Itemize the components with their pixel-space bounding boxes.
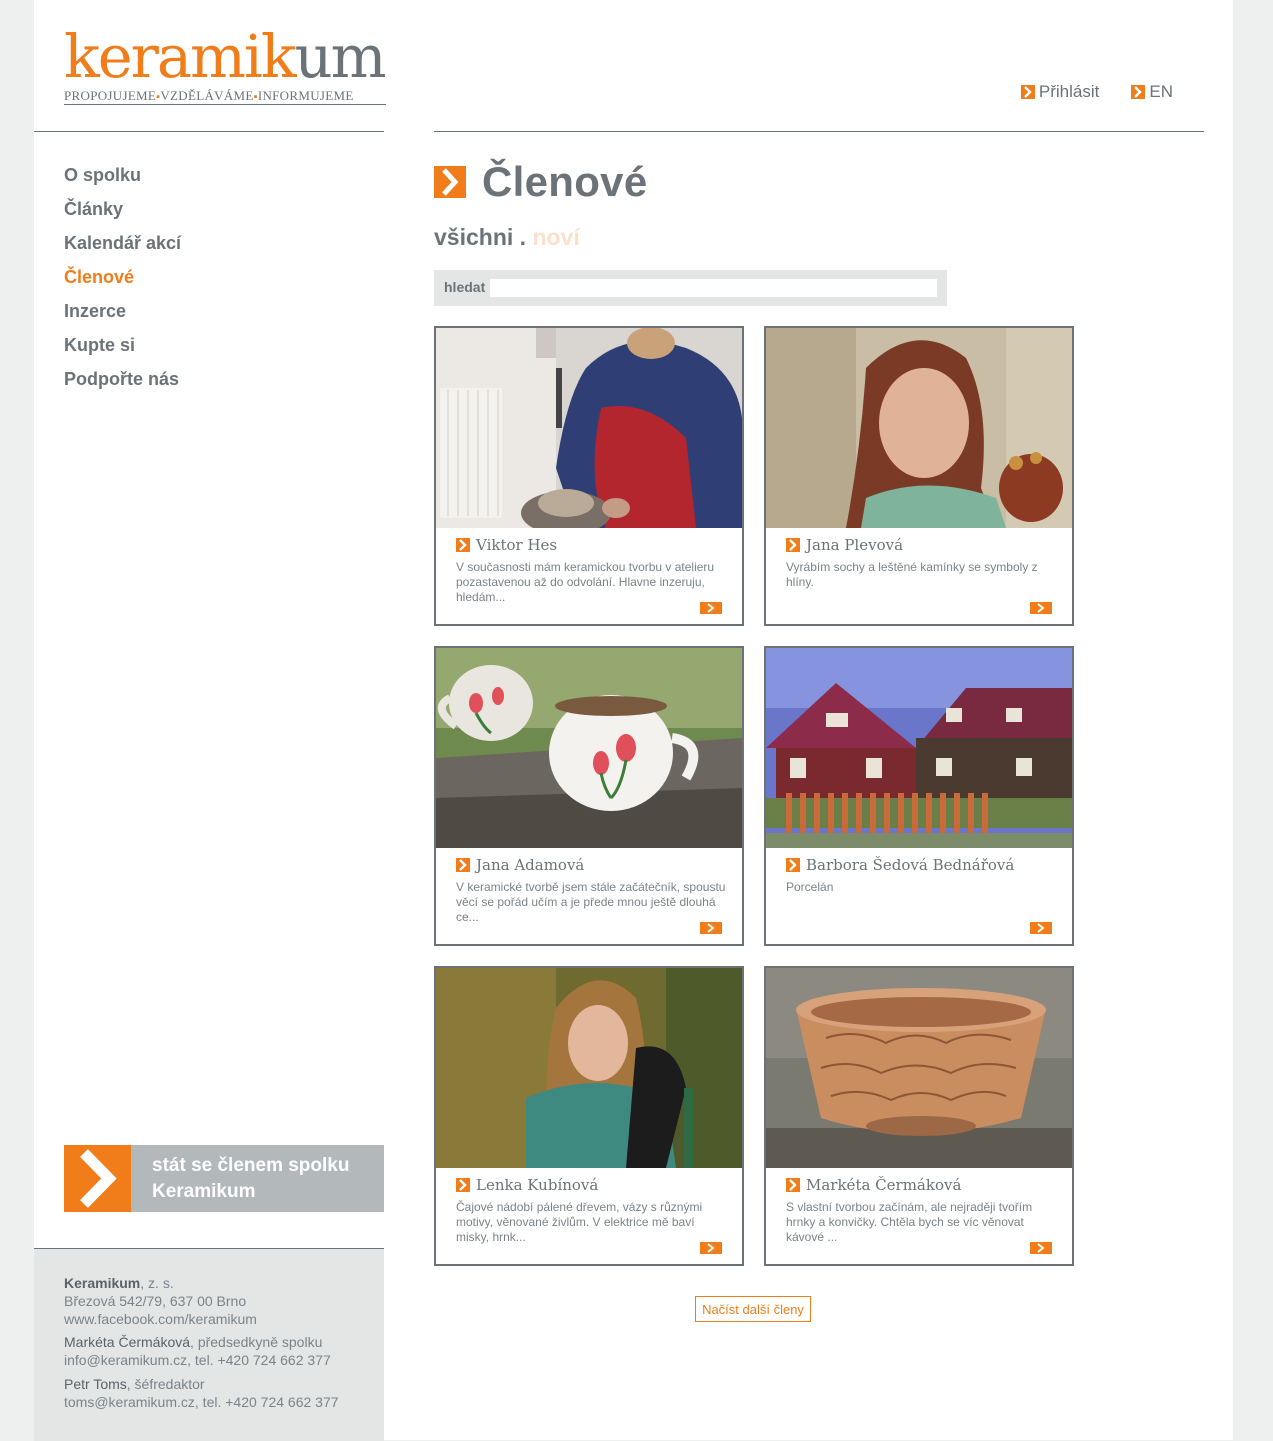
footer-chair: Markéta Čermáková, předsedkyně spolku in…: [64, 1334, 331, 1369]
member-description: V keramické tvorbě jsem stále začátečník…: [456, 880, 726, 924]
member-name: Markéta Čermáková: [806, 1176, 962, 1194]
member-filters: všichni . noví: [434, 224, 580, 251]
search-bar: hledat: [434, 270, 947, 306]
arrow-icon: [786, 1178, 800, 1192]
arrow-icon: [456, 1178, 470, 1192]
member-photo: [436, 328, 742, 528]
more-arrow-icon[interactable]: [1030, 1242, 1052, 1254]
filter-new[interactable]: noví: [532, 224, 579, 250]
arrow-icon: [456, 538, 470, 552]
more-arrow-icon[interactable]: [700, 922, 722, 934]
member-name-row: Markéta Čermáková: [786, 1176, 961, 1194]
member-card[interactable]: Jana Adamová V keramické tvorbě jsem stá…: [434, 646, 744, 946]
member-name-row: Barbora Šedová Bednářová: [786, 856, 1014, 874]
nav-item-o-spolku[interactable]: O spolku: [64, 162, 181, 196]
header-links: Přihlásit EN: [1020, 82, 1173, 102]
arrow-icon: [456, 858, 470, 872]
divider: [34, 131, 384, 132]
member-card[interactable]: Lenka Kubínová Čajové nádobí pálené dřev…: [434, 966, 744, 1266]
filter-all[interactable]: všichni: [434, 224, 513, 250]
member-name-row: Jana Plevová: [786, 536, 903, 554]
filter-separator: .: [519, 224, 527, 250]
load-more-button[interactable]: Načíst další členy: [695, 1296, 811, 1322]
join-arrow-icon: [64, 1145, 131, 1212]
arrow-icon: [786, 858, 800, 872]
footer-org: Keramikum, z. s. Březová 542/79, 637 00 …: [64, 1275, 257, 1328]
member-description: V současnosti mám keramickou tvorbu v at…: [456, 560, 715, 604]
main-nav: O spolku Články Kalendář akcí Členové In…: [64, 162, 181, 400]
member-photo: [766, 648, 1072, 848]
arrow-icon: [1131, 85, 1146, 99]
title-arrow-icon: [434, 166, 466, 198]
search-input[interactable]: [490, 279, 937, 297]
member-card[interactable]: Jana Plevová Vyrábím sochy a leštěné kam…: [764, 326, 1074, 626]
editor-contact[interactable]: toms@keramikum.cz, tel. +420 724 662 377: [64, 1393, 339, 1411]
footer-editor: Petr Toms, šéfredaktor toms@keramikum.cz…: [64, 1376, 339, 1411]
search-label: hledat: [444, 279, 486, 295]
member-name: Jana Adamová: [476, 856, 585, 874]
member-card[interactable]: Markéta Čermáková S vlastní tvorbou začí…: [764, 966, 1074, 1266]
member-description: Čajové nádobí pálené dřevem, vázy s různ…: [456, 1200, 703, 1244]
member-card[interactable]: Barbora Šedová Bednářová Porcelán: [764, 646, 1074, 946]
login-label: Přihlásit: [1038, 82, 1100, 101]
page: keramikum PROPOJUJEME▪VZDĚLÁVÁME▪INFORMU…: [34, 0, 1233, 1441]
member-name: Barbora Šedová Bednářová: [806, 856, 1015, 874]
member-description: S vlastní tvorbou začínám, ale nejraději…: [786, 1200, 1033, 1244]
member-photo: [436, 648, 742, 848]
member-photo: [766, 328, 1072, 528]
join-label: stát se členem spolku Keramikum: [152, 1155, 350, 1202]
site-logo[interactable]: keramikum PROPOJUJEME▪VZDĚLÁVÁME▪INFORMU…: [64, 22, 387, 105]
page-title: Členové: [482, 158, 648, 205]
nav-item-clanky[interactable]: Články: [64, 196, 181, 230]
more-arrow-icon[interactable]: [700, 602, 722, 614]
language-label: EN: [1149, 82, 1173, 101]
arrow-icon: [786, 538, 800, 552]
nav-item-inzerce[interactable]: Inzerce: [64, 298, 181, 332]
member-name-row: Lenka Kubínová: [456, 1176, 598, 1194]
footer-contacts: Keramikum, z. s. Březová 542/79, 637 00 …: [34, 1248, 384, 1441]
member-name-row: Jana Adamová: [456, 856, 584, 874]
chair-contact[interactable]: info@keramikum.cz, tel. +420 724 662 377: [64, 1351, 331, 1369]
member-name-row: Viktor Hes: [456, 536, 557, 554]
member-card[interactable]: Viktor Hes V současnosti mám keramickou …: [434, 326, 744, 626]
member-photo: [436, 968, 742, 1168]
member-description: Porcelán: [786, 880, 834, 894]
divider: [434, 131, 1204, 132]
nav-item-kupte-si[interactable]: Kupte si: [64, 332, 181, 366]
join-button[interactable]: stát se členem spolku Keramikum: [64, 1145, 384, 1212]
nav-item-clenove[interactable]: Členové: [64, 264, 181, 298]
member-photo: [766, 968, 1072, 1168]
facebook-link[interactable]: www.facebook.com/keramikum: [64, 1310, 257, 1328]
logo-wordmark: keramikum: [64, 22, 387, 91]
arrow-icon: [1020, 85, 1035, 99]
language-switch[interactable]: EN: [1131, 82, 1173, 102]
more-arrow-icon[interactable]: [1030, 922, 1052, 934]
nav-item-podporte-nas[interactable]: Podpořte nás: [64, 366, 181, 400]
page-header: Členové: [434, 158, 648, 206]
member-name: Jana Plevová: [806, 536, 904, 554]
member-name: Viktor Hes: [476, 536, 558, 554]
member-name: Lenka Kubínová: [476, 1176, 599, 1194]
logo-tagline: PROPOJUJEME▪VZDĚLÁVÁME▪INFORMUJEME: [64, 88, 386, 105]
more-arrow-icon[interactable]: [700, 1242, 722, 1254]
member-description: Vyrábím sochy a leštěné kamínky se symbo…: [786, 560, 1038, 589]
login-link[interactable]: Přihlásit: [1020, 82, 1100, 102]
more-arrow-icon[interactable]: [1030, 602, 1052, 614]
nav-item-kalendar-akci[interactable]: Kalendář akcí: [64, 230, 181, 264]
